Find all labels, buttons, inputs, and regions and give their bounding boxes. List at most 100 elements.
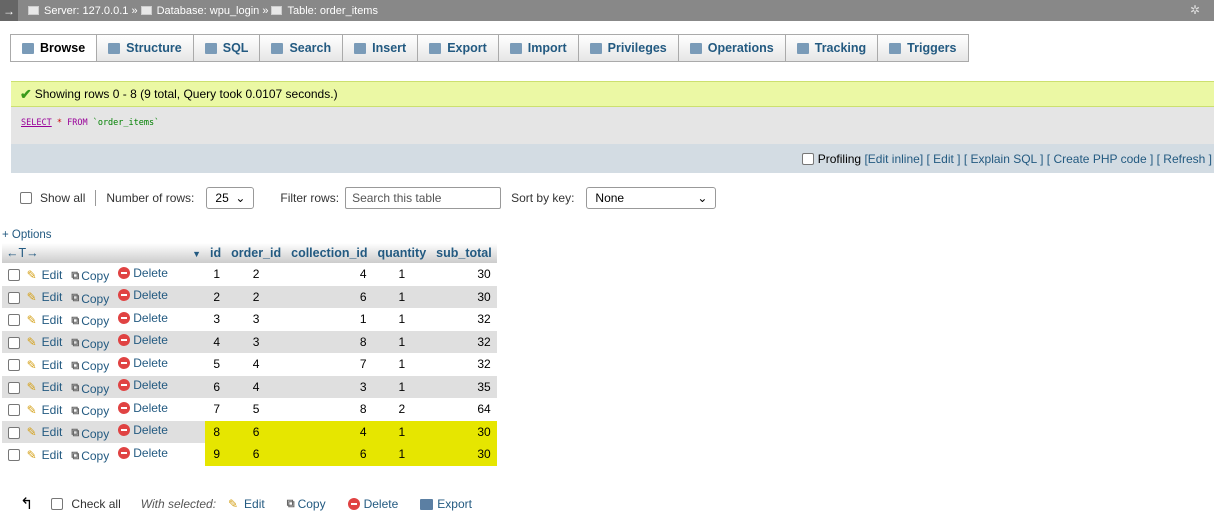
delete-button[interactable]: Delete: [118, 311, 168, 325]
tab-privileges[interactable]: Privileges: [578, 34, 679, 61]
cell-order-id[interactable]: 6: [226, 420, 287, 443]
show-all-checkbox[interactable]: [20, 192, 32, 204]
row-checkbox[interactable]: [8, 269, 20, 282]
cell-quantity[interactable]: 1: [372, 353, 432, 376]
cell-id[interactable]: 3: [205, 308, 227, 331]
filter-input[interactable]: Search this table: [345, 187, 502, 209]
delete-button[interactable]: Delete: [118, 288, 168, 302]
cell-collection-id[interactable]: 6: [286, 285, 373, 308]
tab-structure[interactable]: Structure: [97, 34, 194, 61]
edit-button[interactable]: ✎ Edit: [27, 403, 63, 417]
cell-order-id[interactable]: 6: [226, 443, 287, 466]
cell-collection-id[interactable]: 4: [286, 263, 373, 286]
cell-order-id[interactable]: 4: [226, 375, 287, 398]
cell-order-id[interactable]: 4: [226, 353, 287, 376]
copy-button[interactable]: ⧉ Copy: [71, 269, 109, 283]
delete-button[interactable]: Delete: [118, 333, 168, 347]
copy-button[interactable]: ⧉ Copy: [71, 382, 109, 396]
sort-dropdown-icon[interactable]: ▼: [192, 249, 201, 259]
rows-select[interactable]: 25 ⌄: [206, 187, 255, 209]
edit-button[interactable]: ✎ Edit: [27, 380, 63, 394]
delete-button[interactable]: Delete: [118, 446, 168, 460]
cell-collection-id[interactable]: 1: [286, 308, 373, 331]
column-header-collection-id[interactable]: collection_id: [286, 243, 373, 263]
cell-sub-total[interactable]: 30: [431, 285, 497, 308]
tab-search[interactable]: Search: [260, 34, 344, 61]
breadcrumb-database[interactable]: Database: wpu_login »: [157, 5, 269, 17]
column-header-order-id[interactable]: order_id: [226, 243, 287, 263]
bulk-edit-button[interactable]: ✎ Edit: [228, 497, 265, 511]
bulk-copy-button[interactable]: ⧉ Copy: [287, 497, 326, 511]
row-checkbox[interactable]: [8, 449, 20, 462]
tab-insert[interactable]: Insert: [343, 34, 419, 61]
table-row[interactable]: ✎ Edit ⧉ Copy Delete 5 4 7 1 32: [2, 353, 497, 376]
edit-button[interactable]: ✎ Edit: [27, 448, 63, 462]
copy-button[interactable]: ⧉ Copy: [71, 314, 109, 328]
delete-button[interactable]: Delete: [118, 401, 168, 415]
row-checkbox[interactable]: [8, 426, 20, 439]
table-row[interactable]: ✎ Edit ⧉ Copy Delete 7 5 8 2 64: [2, 398, 497, 421]
cell-quantity[interactable]: 1: [372, 263, 432, 286]
cell-order-id[interactable]: 5: [226, 398, 287, 421]
tab-triggers[interactable]: Triggers: [878, 34, 969, 61]
cell-quantity[interactable]: 1: [372, 375, 432, 398]
table-row[interactable]: ✎ Edit ⧉ Copy Delete 8 6 4 1 30: [2, 420, 497, 443]
column-header-quantity[interactable]: quantity: [372, 243, 432, 263]
cell-collection-id[interactable]: 8: [286, 330, 373, 353]
delete-button[interactable]: Delete: [118, 423, 168, 437]
cell-collection-id[interactable]: 3: [286, 375, 373, 398]
check-all-label[interactable]: Check all: [71, 497, 120, 511]
edit-link[interactable]: [ Edit ]: [927, 152, 961, 166]
row-checkbox[interactable]: [8, 381, 20, 394]
edit-button[interactable]: ✎ Edit: [27, 313, 63, 327]
edit-button[interactable]: ✎ Edit: [27, 268, 63, 282]
cell-quantity[interactable]: 1: [372, 285, 432, 308]
row-checkbox[interactable]: [8, 404, 20, 417]
table-row[interactable]: ✎ Edit ⧉ Copy Delete 3 3 1 1 32: [2, 308, 497, 331]
cell-sub-total[interactable]: 32: [431, 308, 497, 331]
edit-button[interactable]: ✎ Edit: [27, 358, 63, 372]
delete-button[interactable]: Delete: [118, 356, 168, 370]
create-php-code-link[interactable]: [ Create PHP code ]: [1047, 152, 1154, 166]
row-checkbox[interactable]: [8, 314, 20, 327]
cell-collection-id[interactable]: 8: [286, 398, 373, 421]
cell-id[interactable]: 2: [205, 285, 227, 308]
cell-id[interactable]: 8: [205, 420, 227, 443]
copy-button[interactable]: ⧉ Copy: [71, 292, 109, 306]
tab-export[interactable]: Export: [418, 34, 499, 61]
tab-import[interactable]: Import: [498, 34, 579, 61]
column-header-sub-total[interactable]: sub_total: [431, 243, 497, 263]
cell-sub-total[interactable]: 32: [431, 330, 497, 353]
cell-quantity[interactable]: 2: [372, 398, 432, 421]
column-header-id[interactable]: id: [205, 243, 227, 263]
check-all-checkbox[interactable]: [51, 498, 64, 510]
cell-order-id[interactable]: 2: [226, 285, 287, 308]
cell-collection-id[interactable]: 7: [286, 353, 373, 376]
bulk-export-button[interactable]: Export: [420, 497, 472, 511]
table-row[interactable]: ✎ Edit ⧉ Copy Delete 6 4 3 1 35: [2, 375, 497, 398]
edit-inline-link[interactable]: [Edit inline]: [864, 152, 923, 166]
cell-collection-id[interactable]: 4: [286, 420, 373, 443]
tab-tracking[interactable]: Tracking: [785, 34, 879, 61]
cell-sub-total[interactable]: 30: [431, 263, 497, 286]
cell-quantity[interactable]: 1: [372, 443, 432, 466]
column-arrows[interactable]: ←T→ ▼: [2, 243, 205, 263]
profiling-checkbox[interactable]: [802, 152, 815, 165]
cell-sub-total[interactable]: 35: [431, 375, 497, 398]
row-checkbox[interactable]: [8, 336, 20, 349]
cell-sub-total[interactable]: 30: [431, 420, 497, 443]
cell-order-id[interactable]: 3: [226, 330, 287, 353]
tab-sql[interactable]: SQL: [193, 34, 261, 61]
cell-id[interactable]: 4: [205, 330, 227, 353]
sort-select[interactable]: None ⌄: [586, 187, 717, 209]
table-row[interactable]: ✎ Edit ⧉ Copy Delete 9 6 6 1 30: [2, 443, 497, 466]
table-row[interactable]: ✎ Edit ⧉ Copy Delete 4 3 8 1 32: [2, 330, 497, 353]
arrow-right-icon[interactable]: →: [0, 0, 18, 21]
cell-id[interactable]: 9: [205, 443, 227, 466]
bulk-delete-button[interactable]: Delete: [347, 497, 398, 511]
copy-button[interactable]: ⧉ Copy: [71, 337, 109, 351]
tab-browse[interactable]: Browse: [10, 34, 98, 61]
delete-button[interactable]: Delete: [118, 266, 168, 280]
cell-quantity[interactable]: 1: [372, 330, 432, 353]
cell-order-id[interactable]: 3: [226, 308, 287, 331]
